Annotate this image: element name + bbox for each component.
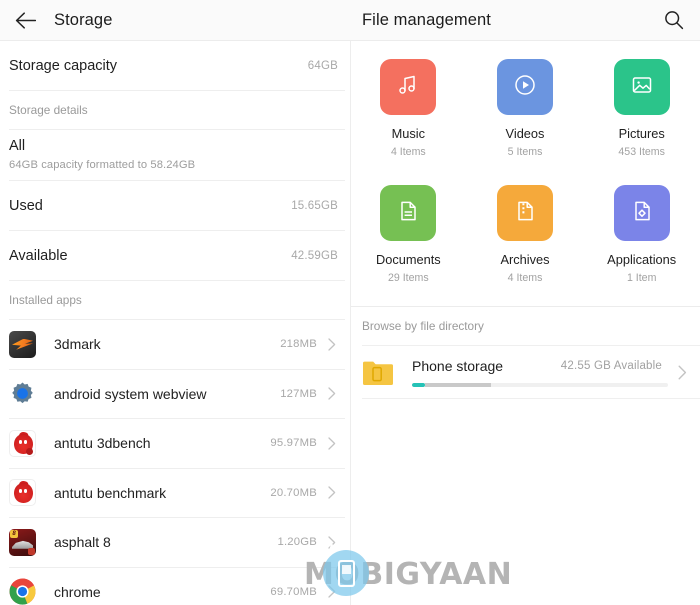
storage-appbar: Storage xyxy=(0,0,350,41)
available-row: Available 42.59GB xyxy=(0,231,350,280)
app-size: 127MB xyxy=(280,387,317,400)
category-label: Pictures xyxy=(618,126,665,141)
image-icon xyxy=(630,73,654,102)
divider xyxy=(362,398,700,399)
category-label: Applications xyxy=(607,252,677,267)
phone-storage-available: 42.55 GB Available xyxy=(560,359,662,372)
app-name: antutu benchmark xyxy=(54,484,167,501)
storage-panel: Storage Storage capacity 64GB Storage de… xyxy=(0,0,350,605)
category-documents[interactable]: Documents 29 Items xyxy=(350,185,467,284)
installed-apps-header: Installed apps xyxy=(9,293,82,307)
list-item[interactable]: 3dmark 218MB xyxy=(0,320,350,369)
list-item[interactable]: antutu benchmark 20.70MB xyxy=(0,469,350,518)
app-size: 69.70MB xyxy=(270,585,317,598)
list-item[interactable]: antutu 3dbench 95.97MB xyxy=(0,419,350,468)
category-row-2: Documents 29 Items Archives 4 Items Appl… xyxy=(350,185,700,284)
page-title: Storage xyxy=(54,10,113,29)
category-music[interactable]: Music 4 Items xyxy=(350,59,467,158)
list-item[interactable]: chrome 69.70MB xyxy=(0,568,350,605)
document-icon xyxy=(396,199,420,228)
antutu-3dbench-app-icon xyxy=(9,429,36,457)
chrome-app-icon xyxy=(9,578,36,605)
file-management-title: File management xyxy=(362,10,491,29)
asphalt-8-app-icon: 8 xyxy=(9,528,36,556)
list-item[interactable]: android system webview 127MB xyxy=(0,370,350,419)
storage-details-header: Storage details xyxy=(9,103,88,117)
storage-progress-bar xyxy=(412,382,668,387)
antutu-benchmark-app-icon xyxy=(9,479,36,507)
app-name: 3dmark xyxy=(54,336,101,353)
file-management-appbar: File management xyxy=(350,0,700,41)
used-row: Used 15.65GB xyxy=(0,181,350,230)
apk-file-icon xyxy=(630,199,654,228)
available-value: 42.59GB xyxy=(291,249,338,262)
all-title: All xyxy=(9,138,26,154)
app-size: 218MB xyxy=(280,338,317,351)
category-count: 5 Items xyxy=(507,146,543,158)
used-value: 15.65GB xyxy=(291,199,338,212)
category-label: Archives xyxy=(500,252,550,267)
category-row-1: Music 4 Items Videos 5 Items Pictures 45… xyxy=(350,59,700,158)
app-size: 95.97MB xyxy=(270,437,317,450)
category-label: Videos xyxy=(505,126,545,141)
play-circle-icon xyxy=(513,73,537,102)
category-count: 4 Items xyxy=(390,146,426,158)
category-pictures[interactable]: Pictures 453 Items xyxy=(583,59,700,158)
all-storage-row[interactable]: All 64GB capacity formatted to 58.24GB xyxy=(0,130,350,180)
chevron-right-icon xyxy=(324,585,340,598)
music-tile[interactable] xyxy=(380,59,437,115)
applications-tile[interactable] xyxy=(613,185,670,241)
category-label: Documents xyxy=(375,252,441,267)
music-note-icon xyxy=(396,73,420,102)
chevron-right-icon xyxy=(324,338,340,351)
category-count: 4 Items xyxy=(507,272,543,284)
yellow-folder-icon xyxy=(362,359,393,386)
app-name: android system webview xyxy=(54,385,207,402)
phone-storage-row[interactable]: Phone storage 42.55 GB Available xyxy=(350,346,700,398)
app-name: asphalt 8 xyxy=(54,534,111,551)
archive-zip-icon xyxy=(513,199,537,228)
archives-tile[interactable] xyxy=(497,185,553,241)
chevron-right-icon xyxy=(324,536,340,549)
browse-by-file-directory-header: Browse by file directory xyxy=(362,319,484,333)
chevron-right-icon xyxy=(324,387,340,400)
pictures-tile[interactable] xyxy=(613,59,670,115)
storage-and-file-management-screen: Storage Storage capacity 64GB Storage de… xyxy=(0,0,700,605)
used-label: Used xyxy=(9,197,43,214)
category-count: 1 Item xyxy=(626,272,657,284)
phone-storage-info: Phone storage 42.55 GB Available xyxy=(412,358,668,387)
chevron-right-icon xyxy=(324,437,340,450)
category-label: Music xyxy=(391,126,426,141)
storage-capacity-row: Storage capacity 64GB xyxy=(0,41,350,90)
all-subtitle: 64GB capacity formatted to 58.24GB xyxy=(9,159,196,171)
android-system-webview-app-icon xyxy=(9,380,36,408)
category-count: 29 Items xyxy=(388,272,429,284)
app-name: antutu 3dbench xyxy=(54,435,151,452)
category-applications[interactable]: Applications 1 Item xyxy=(583,185,700,284)
3dmark-app-icon xyxy=(9,330,36,358)
category-videos[interactable]: Videos 5 Items xyxy=(467,59,584,158)
category-count: 453 Items xyxy=(618,146,665,158)
app-size: 20.70MB xyxy=(270,486,317,499)
storage-capacity-label: Storage capacity xyxy=(9,57,118,74)
videos-tile[interactable] xyxy=(497,59,553,115)
search-icon[interactable] xyxy=(662,8,686,32)
documents-tile[interactable] xyxy=(380,185,437,241)
chevron-right-icon xyxy=(324,486,340,499)
back-arrow-icon[interactable] xyxy=(12,9,38,31)
panel-divider xyxy=(350,41,351,605)
chevron-right-icon xyxy=(674,365,690,380)
category-tiles: Music 4 Items Videos 5 Items Pictures 45… xyxy=(350,41,700,284)
app-name: chrome xyxy=(54,583,101,600)
app-size: 1.20GB xyxy=(277,536,317,549)
phone-storage-name: Phone storage xyxy=(412,357,504,374)
file-management-panel: File management Music 4 Items Videos 5 I… xyxy=(350,0,700,605)
available-label: Available xyxy=(9,247,68,264)
storage-capacity-value: 64GB xyxy=(307,59,338,72)
list-item[interactable]: 8 asphalt 8 1.20GB xyxy=(0,518,350,567)
category-archives[interactable]: Archives 4 Items xyxy=(467,185,584,284)
